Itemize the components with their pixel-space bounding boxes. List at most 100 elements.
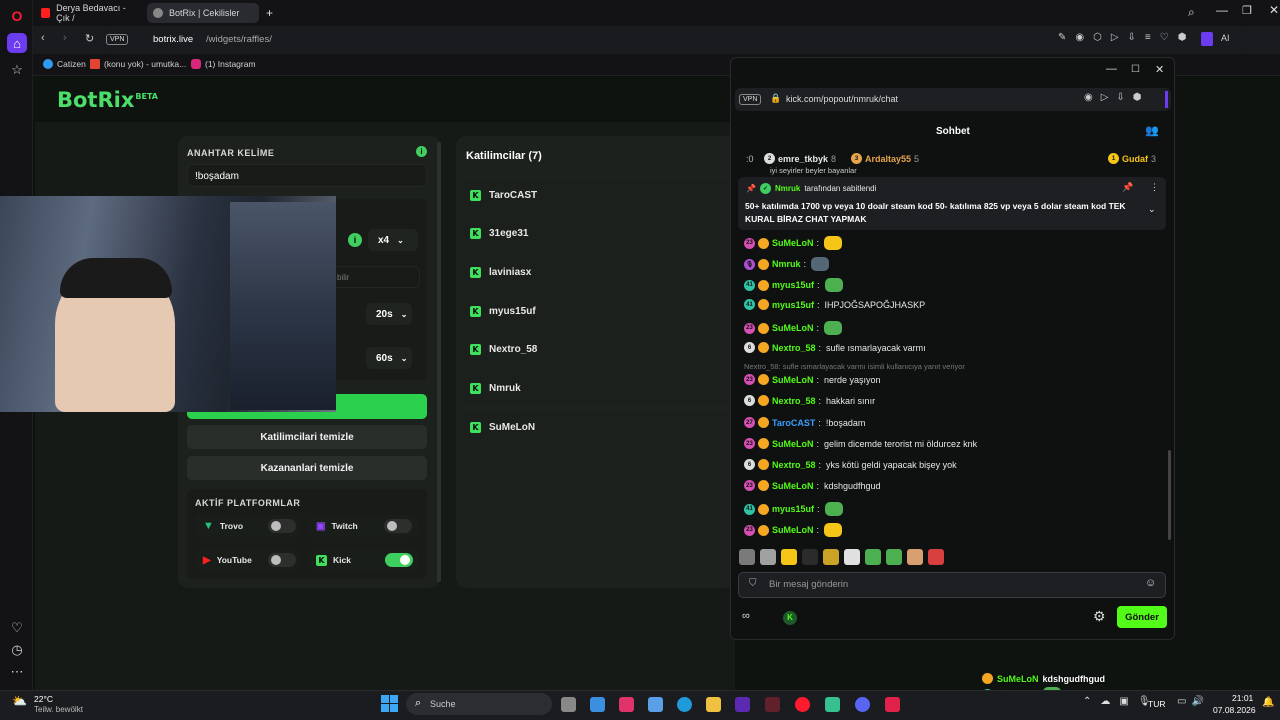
popup-maximize-icon[interactable]: ☐ bbox=[1131, 64, 1140, 75]
vpn-badge[interactable]: VPN bbox=[739, 94, 762, 105]
app-icon[interactable] bbox=[825, 697, 840, 712]
gifter-3[interactable]: 1 Gudaf 3 bbox=[1108, 153, 1156, 164]
participant-row[interactable]: K 31ege31 bbox=[462, 218, 730, 249]
gifter-2[interactable]: 3 Ardaltay55 5 bbox=[851, 153, 919, 164]
chat-username[interactable]: Nextro_58 bbox=[772, 396, 816, 406]
gifter-1[interactable]: 2 emre_tkbyk 8 bbox=[764, 153, 836, 164]
tab-youtube[interactable]: Derya Bedavacı - Çık / bbox=[35, 3, 145, 23]
settings-gear-icon[interactable]: ⚙ bbox=[1093, 608, 1106, 625]
duration-select-2[interactable]: 60s ⌄ bbox=[366, 347, 412, 369]
reload-icon[interactable]: ↻ bbox=[85, 32, 94, 45]
settings-scrollbar[interactable] bbox=[437, 142, 441, 582]
home-icon[interactable]: ⌂ bbox=[7, 33, 27, 53]
opera-icon[interactable] bbox=[795, 697, 810, 712]
emote-image[interactable] bbox=[865, 549, 881, 565]
chat-username[interactable]: myus15uf bbox=[772, 280, 814, 290]
minimize-icon[interactable]: — bbox=[1216, 3, 1228, 17]
chat-username[interactable]: Nextro_58 bbox=[772, 343, 816, 353]
edge-icon[interactable] bbox=[677, 697, 692, 712]
toolbar-icons[interactable]: ✎◉⬡▷⇩≡♡⬢ bbox=[1058, 32, 1195, 43]
kick-toggle[interactable] bbox=[385, 553, 413, 567]
store-icon[interactable] bbox=[648, 697, 663, 712]
chat-username[interactable]: SuMeLoN bbox=[772, 323, 814, 333]
emote-image[interactable] bbox=[781, 549, 797, 565]
chat-username[interactable]: SuMeLoN bbox=[772, 439, 814, 449]
info-icon[interactable]: i bbox=[348, 233, 362, 247]
app-icon[interactable] bbox=[590, 697, 605, 712]
botrix-logo[interactable]: BotRixBETA bbox=[57, 88, 158, 112]
language-indicator[interactable]: TUR bbox=[1148, 699, 1165, 709]
chat-message[interactable]: 41 myus15uf: bbox=[744, 278, 843, 292]
popup-minimize-icon[interactable]: — bbox=[1106, 63, 1117, 75]
participant-row[interactable]: K TaroCAST bbox=[462, 180, 730, 210]
ai-label[interactable]: AI bbox=[1221, 33, 1230, 43]
twitch-toggle[interactable] bbox=[384, 519, 412, 533]
chat-username[interactable]: Nextro_58 bbox=[772, 460, 816, 470]
forward-icon[interactable]: › bbox=[63, 32, 67, 44]
chat-message[interactable]: 27 TaroCAST: !boşadam bbox=[744, 417, 865, 428]
heart-icon[interactable]: ♡ bbox=[7, 618, 27, 638]
emote-image[interactable] bbox=[823, 549, 839, 565]
participant-row[interactable]: K Nextro_58 bbox=[462, 334, 730, 365]
send-button[interactable]: Gönder bbox=[1117, 606, 1167, 628]
chat-username[interactable]: Nmruk bbox=[772, 259, 801, 269]
chat-message[interactable]: 23 SuMeLoN: kdshgudfhgud bbox=[744, 480, 881, 491]
emote-image[interactable] bbox=[760, 549, 776, 565]
emote-image[interactable] bbox=[739, 549, 755, 565]
chat-scrollbar[interactable] bbox=[1168, 450, 1171, 540]
popup-url-bar[interactable]: VPN 🔒 kick.com/popout/nmruk/chat ◉▷⇩⬢ bbox=[735, 88, 1171, 111]
back-icon[interactable]: ‹ bbox=[41, 32, 45, 44]
valorant-icon[interactable] bbox=[765, 697, 780, 712]
windows-start-icon[interactable] bbox=[381, 695, 398, 712]
unpin-icon[interactable]: 📌 bbox=[1122, 182, 1133, 193]
pinned-menu-icon[interactable]: ⋮ bbox=[1150, 182, 1159, 193]
chat-username[interactable]: SuMeLoN bbox=[772, 375, 814, 385]
emote-image[interactable] bbox=[844, 549, 860, 565]
info-icon[interactable]: i bbox=[416, 146, 427, 157]
infinity-icon[interactable]: ∞ bbox=[742, 610, 750, 622]
kick-chat-icon[interactable]: K bbox=[783, 611, 797, 625]
chat-username[interactable]: myus15uf bbox=[772, 504, 814, 514]
new-tab-icon[interactable]: + bbox=[266, 6, 273, 20]
chat-username[interactable]: SuMeLoN bbox=[772, 481, 814, 491]
emote-image[interactable] bbox=[928, 549, 944, 565]
emoji-icon[interactable]: ☺ bbox=[1145, 577, 1156, 589]
popup-toolbar-icons[interactable]: ◉▷⇩⬢ bbox=[1084, 92, 1150, 103]
emote-image[interactable] bbox=[802, 549, 818, 565]
clear-participants-button[interactable]: Katilimcilari temizle bbox=[187, 425, 427, 449]
partial-input[interactable]: bilir bbox=[326, 266, 420, 288]
chat-message[interactable]: 41 myus15uf: bbox=[744, 502, 843, 516]
chat-message[interactable]: 23 SuMeLoN: gelim dicemde terorist mi öldu… bbox=[744, 438, 977, 449]
close-window-icon[interactable]: ✕ bbox=[1269, 3, 1279, 17]
notification-icon[interactable]: 🔔 bbox=[1262, 697, 1274, 708]
emote-image[interactable] bbox=[886, 549, 902, 565]
clear-winners-button[interactable]: Kazananlari temizle bbox=[187, 456, 427, 480]
chat-input[interactable]: ⛉ Bir mesaj gönderin ☺ bbox=[738, 572, 1166, 598]
chat-username[interactable]: SuMeLoN bbox=[772, 525, 814, 535]
restore-icon[interactable]: ❐ bbox=[1242, 4, 1252, 17]
tab-botrix[interactable]: BotRix | Cekilisler bbox=[147, 3, 259, 23]
participant-row[interactable]: K Nmruk bbox=[462, 373, 730, 404]
users-icon[interactable]: 👥 bbox=[1145, 124, 1159, 137]
keyword-input[interactable]: !boşadam bbox=[187, 164, 427, 187]
chat-message[interactable]: 6 Nextro_58: sufle ısmarlayacak varmı bbox=[744, 342, 926, 353]
search-icon[interactable]: ⌕ bbox=[1188, 5, 1195, 20]
chat-message[interactable]: 23 SuMeLoN: nerde yaşıyon bbox=[744, 374, 881, 385]
expand-chevron-icon[interactable]: ⌄ bbox=[1148, 204, 1156, 215]
network-volume-icons[interactable]: ▭🔊 bbox=[1177, 696, 1209, 707]
trovo-toggle[interactable] bbox=[268, 519, 296, 533]
history-icon[interactable]: ◷ bbox=[7, 640, 27, 660]
tiktok-icon[interactable] bbox=[619, 697, 634, 712]
explorer-icon[interactable] bbox=[706, 697, 721, 712]
bookmark-catizen[interactable]: Catizen bbox=[43, 59, 86, 69]
emote-image[interactable] bbox=[907, 549, 923, 565]
app-icon[interactable] bbox=[735, 697, 750, 712]
chat-message[interactable]: 6 Nextro_58: yks kötü geldi yapacak bişey … bbox=[744, 459, 957, 470]
bookmark-instagram[interactable]: (1) Instagram bbox=[191, 59, 256, 69]
participant-row[interactable]: K SuMeLoN bbox=[462, 412, 730, 443]
clock-time[interactable]: 21:01 bbox=[1232, 693, 1253, 703]
chat-message[interactable]: 41 myus15uf: IHPJOĞSAPOĞJHASKP bbox=[744, 299, 925, 310]
chat-username[interactable]: myus15uf bbox=[772, 300, 814, 310]
chat-message[interactable]: 23 SuMeLoN: bbox=[744, 236, 843, 250]
task-view-icon[interactable] bbox=[561, 697, 576, 712]
